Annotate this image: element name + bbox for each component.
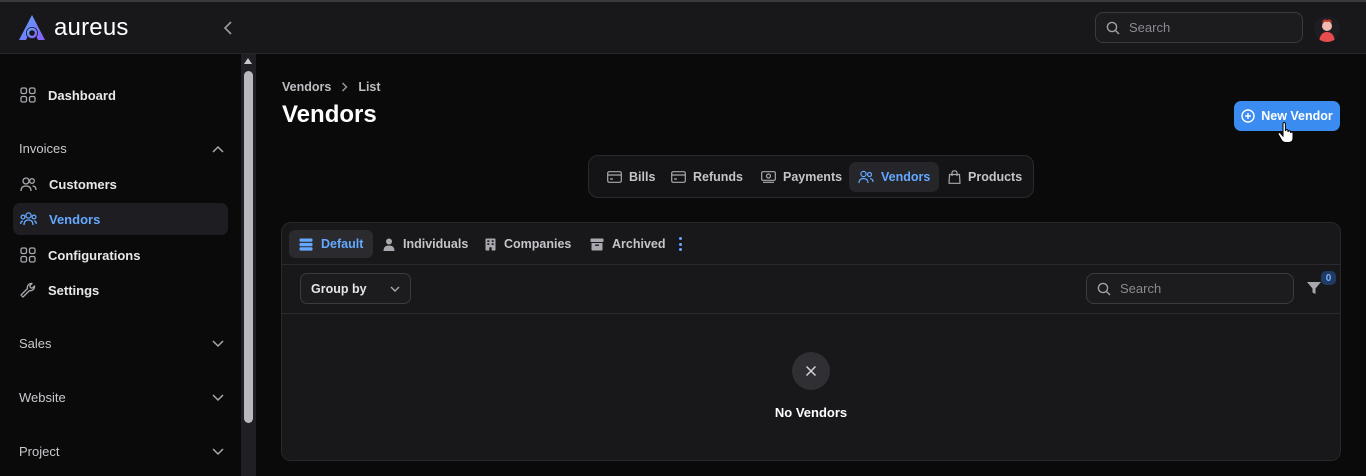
global-search-input[interactable] bbox=[1129, 20, 1279, 35]
sidebar-scrollbar[interactable] bbox=[241, 54, 256, 476]
new-vendor-label: New Vendor bbox=[1261, 109, 1333, 123]
sidebar-group-label: Invoices bbox=[19, 141, 67, 156]
breadcrumb: Vendors List bbox=[282, 80, 381, 94]
grid-icon bbox=[20, 247, 36, 263]
empty-state-text: No Vendors bbox=[774, 405, 848, 420]
sidebar-item-customers[interactable]: Customers bbox=[13, 168, 228, 200]
top-bar: aureus bbox=[0, 0, 1366, 54]
app-name: aureus bbox=[54, 14, 129, 41]
app-logo[interactable]: aureus bbox=[18, 14, 129, 42]
tab-label: Products bbox=[968, 170, 1023, 184]
dot-icon bbox=[678, 248, 682, 251]
sidebar-item-label: Vendors bbox=[49, 211, 101, 227]
dot-icon bbox=[678, 237, 682, 240]
filter-count-badge: 0 bbox=[1321, 271, 1336, 285]
table-search-input[interactable] bbox=[1120, 281, 1270, 296]
sidebar-group-sales[interactable]: Sales bbox=[19, 336, 224, 351]
group-by-label: Group by bbox=[311, 281, 367, 296]
sidebar-item-vendors[interactable]: Vendors bbox=[13, 203, 228, 235]
tab-products[interactable]: Products bbox=[939, 162, 1031, 192]
view-tab-companies[interactable]: Companies bbox=[475, 230, 581, 258]
sidebar-item-configurations[interactable]: Configurations bbox=[13, 239, 228, 271]
sidebar-group-invoices[interactable]: Invoices bbox=[19, 141, 224, 156]
scroll-up-arrow-icon[interactable] bbox=[244, 58, 252, 64]
view-tab-label: Default bbox=[321, 237, 364, 251]
tab-payments[interactable]: Payments bbox=[752, 162, 851, 192]
tab-label: Refunds bbox=[693, 170, 743, 184]
sidebar-item-label: Dashboard bbox=[48, 87, 116, 103]
sidebar-group-website[interactable]: Website bbox=[19, 390, 224, 405]
tab-label: Vendors bbox=[881, 170, 931, 184]
users-icon bbox=[20, 177, 37, 192]
table-toolbar: Group by 0 bbox=[282, 265, 1340, 314]
sidebar-group-label: Website bbox=[19, 390, 66, 405]
sidebar-item-dashboard[interactable]: Dashboard bbox=[13, 79, 228, 111]
resource-tabs: Bills Refunds Payments Vendors Products bbox=[588, 155, 1034, 198]
sidebar-item-label: Customers bbox=[49, 176, 117, 192]
chevron-right-icon bbox=[342, 82, 348, 92]
chevron-down-icon bbox=[212, 339, 224, 347]
tab-vendors[interactable]: Vendors bbox=[849, 162, 940, 192]
tab-label: Bills bbox=[629, 170, 656, 184]
vendors-table-panel: Default Individuals Companies Archived G… bbox=[281, 222, 1341, 461]
hand-cursor-icon bbox=[1277, 122, 1294, 143]
view-tabs: Default Individuals Companies Archived bbox=[282, 223, 1340, 265]
chevron-up-icon bbox=[212, 145, 224, 153]
sidebar-item-label: Settings bbox=[48, 282, 100, 298]
grid-icon bbox=[20, 87, 36, 103]
breadcrumb-current: List bbox=[358, 80, 381, 94]
tab-refunds[interactable]: Refunds bbox=[662, 162, 752, 192]
page-title: Vendors bbox=[282, 101, 377, 128]
chevron-down-icon bbox=[212, 393, 224, 401]
filter-icon[interactable] bbox=[1306, 280, 1322, 296]
x-mark-icon bbox=[805, 365, 817, 377]
aureus-logo-icon bbox=[19, 15, 45, 40]
view-tab-label: Individuals bbox=[403, 237, 469, 251]
sidebar-group-project[interactable]: Project bbox=[19, 444, 224, 459]
cash-icon bbox=[761, 171, 776, 183]
tab-bills[interactable]: Bills bbox=[598, 162, 664, 192]
wrench-icon bbox=[20, 282, 36, 298]
card-icon bbox=[671, 171, 686, 183]
chevron-left-icon bbox=[223, 21, 232, 35]
users-icon bbox=[20, 212, 37, 226]
chevron-down-icon bbox=[390, 286, 400, 292]
sidebar-group-label: Project bbox=[19, 444, 60, 459]
search-icon bbox=[1097, 282, 1111, 295]
plus-circle-icon bbox=[1241, 109, 1255, 123]
avatar[interactable] bbox=[1314, 16, 1340, 42]
collapse-sidebar-button[interactable] bbox=[218, 18, 238, 38]
empty-state-icon bbox=[792, 352, 830, 390]
sidebar-group-label: Sales bbox=[19, 336, 52, 351]
breadcrumb-vendors[interactable]: Vendors bbox=[282, 80, 331, 94]
sidebar-item-label: Configurations bbox=[48, 247, 141, 263]
dot-icon bbox=[678, 242, 682, 246]
view-tab-label: Companies bbox=[504, 237, 572, 251]
group-by-select[interactable]: Group by bbox=[300, 273, 411, 304]
table-search[interactable] bbox=[1086, 273, 1294, 304]
scroll-thumb[interactable] bbox=[244, 71, 253, 423]
user-icon bbox=[383, 238, 395, 251]
more-views-button[interactable] bbox=[675, 236, 685, 252]
view-tab-archived[interactable]: Archived bbox=[580, 230, 676, 258]
chevron-down-icon bbox=[212, 447, 224, 455]
view-tab-default[interactable]: Default bbox=[289, 230, 374, 258]
view-tab-individuals[interactable]: Individuals bbox=[373, 230, 478, 258]
view-tab-label: Archived bbox=[612, 237, 666, 251]
sidebar: Dashboard Invoices Customers Vendors Con… bbox=[0, 54, 241, 476]
global-search[interactable] bbox=[1095, 12, 1303, 43]
bag-icon bbox=[948, 170, 961, 184]
search-icon bbox=[1106, 21, 1120, 34]
tab-label: Payments bbox=[783, 170, 843, 184]
sidebar-item-settings[interactable]: Settings bbox=[13, 274, 228, 306]
card-icon bbox=[607, 171, 622, 183]
building-icon bbox=[485, 238, 496, 250]
stack-icon bbox=[299, 238, 313, 251]
archive-icon bbox=[590, 238, 604, 250]
users-icon bbox=[858, 170, 874, 184]
user-avatar-icon bbox=[1314, 16, 1340, 42]
